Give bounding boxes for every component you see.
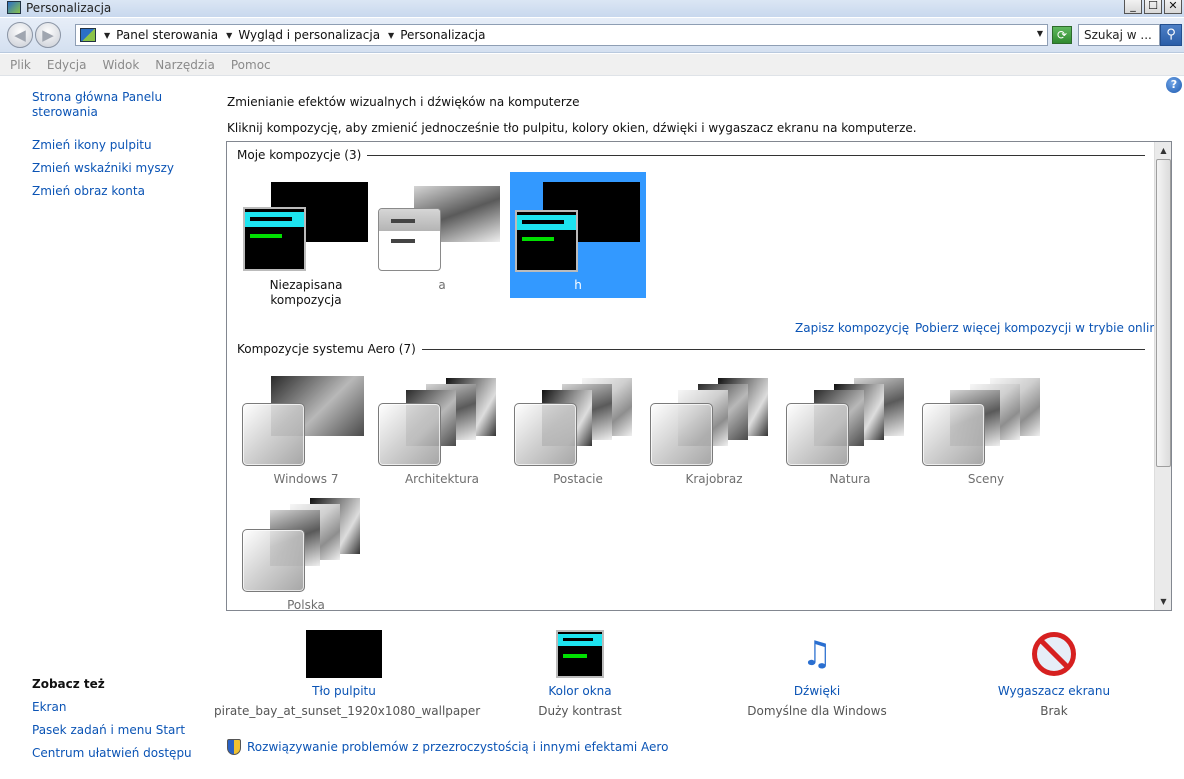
theme-preview-window <box>378 403 441 466</box>
window-color-value: Duży kontrast <box>538 704 622 718</box>
taskbar-start-menu-link[interactable]: Pasek zadań i menu Start <box>32 723 185 738</box>
theme-preview-window <box>515 210 578 272</box>
menu-tools[interactable]: Narzędzia <box>155 58 215 72</box>
theme-preview-window <box>514 403 577 466</box>
screen-saver-setting[interactable]: Wygaszacz ekranu Brak <box>974 630 1134 718</box>
theme-label: Krajobraz <box>685 472 743 486</box>
refresh-button[interactable]: ⟳ <box>1052 26 1072 44</box>
theme-sceny[interactable]: Sceny <box>918 368 1054 494</box>
desktop-background-link[interactable]: Tło pulpitu <box>214 684 474 698</box>
ease-of-access-link[interactable]: Centrum ułatwień dostępu <box>32 746 192 761</box>
theme-postacie[interactable]: Postacie <box>510 368 646 494</box>
theme-architektura[interactable]: Architektura <box>374 368 510 494</box>
aero-troubleshoot-link[interactable]: Rozwiązywanie problemów z przezroczystoś… <box>247 740 668 754</box>
themes-list[interactable]: Moje kompozycje (3) Niezapisana kompozyc… <box>226 141 1172 611</box>
sounds-link[interactable]: Dźwięki <box>737 684 897 698</box>
breadcrumb-appearance[interactable]: Wygląd i personalizacja <box>238 28 380 42</box>
screen-saver-value: Brak <box>1040 704 1068 718</box>
help-icon[interactable]: ? <box>1166 77 1182 93</box>
theme-polska[interactable]: Polska <box>238 494 374 611</box>
aero-themes-header: Kompozycje systemu Aero (7) <box>237 342 1145 356</box>
theme-label: Natura <box>829 472 871 486</box>
theme-preview-window <box>650 403 713 466</box>
theme-label: a <box>438 278 446 292</box>
theme-label: h <box>574 278 582 292</box>
my-themes-heading: Moje kompozycje (3) <box>237 148 362 162</box>
theme-preview-window <box>242 529 305 592</box>
sounds-setting[interactable]: ♫ Dźwięki Domyślne dla Windows <box>737 630 897 718</box>
theme-h[interactable]: h <box>510 172 646 298</box>
window-color-icon[interactable] <box>556 630 604 678</box>
shield-icon <box>227 739 241 755</box>
breadcrumb-arrow-icon[interactable]: ▼ <box>226 31 232 40</box>
page-title: Zmienianie efektów wizualnych i dźwięków… <box>227 95 580 109</box>
menu-file[interactable]: Plik <box>10 58 31 72</box>
theme-krajobraz[interactable]: Krajobraz <box>646 368 782 494</box>
change-desktop-icons-link[interactable]: Zmień ikony pulpitu <box>32 138 152 153</box>
my-themes-header: Moje kompozycje (3) <box>237 148 1145 162</box>
search-icon[interactable]: ⚲ <box>1160 24 1182 46</box>
vertical-scrollbar[interactable]: ▲ ▼ <box>1154 142 1171 610</box>
sounds-icon[interactable]: ♫ <box>737 630 897 678</box>
page-description: Kliknij kompozycję, aby zmienić jednocze… <box>227 121 917 135</box>
desktop-background-value: pirate_bay_at_sunset_1920x1080_wallpaper <box>214 704 481 718</box>
theme-label: Niezapisana kompozycja <box>269 278 343 307</box>
menu-edit[interactable]: Edycja <box>47 58 87 72</box>
theme-preview-window <box>378 208 441 271</box>
see-also-heading: Zobacz też <box>32 677 105 691</box>
sounds-value: Domyślne dla Windows <box>747 704 887 718</box>
breadcrumb-panel[interactable]: Panel sterowania <box>116 28 218 42</box>
title-bar: Personalizacja _ ☐ ✕ <box>0 0 1184 17</box>
theme-label: Postacie <box>553 472 603 486</box>
window-title: Personalizacja <box>26 1 112 15</box>
address-bar[interactable]: ▼ Panel sterowania ▼ Wygląd i personaliz… <box>75 24 1048 46</box>
theme-preview-window <box>786 403 849 466</box>
control-panel-home-link[interactable]: Strona główna Panelu sterowania <box>32 90 182 120</box>
theme-label: Windows 7 <box>273 472 339 486</box>
breadcrumb-arrow-icon[interactable]: ▼ <box>388 31 394 40</box>
minimize-button[interactable]: _ <box>1124 0 1142 14</box>
divider <box>421 348 1145 350</box>
scroll-thumb[interactable] <box>1156 159 1171 467</box>
theme-preview-window <box>922 403 985 466</box>
desktop-background-thumbnail[interactable] <box>306 630 382 678</box>
control-panel-icon <box>80 28 96 42</box>
theme-a[interactable]: a <box>374 172 510 298</box>
screen-saver-link[interactable]: Wygaszacz ekranu <box>974 684 1134 698</box>
theme-preview-window <box>242 403 305 466</box>
forward-button[interactable]: ▶ <box>35 22 61 48</box>
back-button[interactable]: ◀ <box>7 22 33 48</box>
display-link[interactable]: Ekran <box>32 700 66 715</box>
scroll-down-arrow-icon[interactable]: ▼ <box>1156 594 1171 609</box>
breadcrumb-personalization[interactable]: Personalizacja <box>400 28 485 42</box>
window-color-link[interactable]: Kolor okna <box>500 684 660 698</box>
maximize-button[interactable]: ☐ <box>1144 0 1162 14</box>
theme-preview-window <box>243 207 306 271</box>
menu-help[interactable]: Pomoc <box>231 58 271 72</box>
theme-label: Sceny <box>967 472 1005 486</box>
navigation-bar: ◀ ▶ ▼ Panel sterowania ▼ Wygląd i person… <box>0 18 1184 53</box>
theme-label: Polska <box>287 598 325 611</box>
window-color-setting[interactable]: Kolor okna Duży kontrast <box>500 630 660 718</box>
get-more-themes-link[interactable]: Pobierz więcej kompozycji w trybie onlin… <box>915 321 1164 335</box>
theme-windows7[interactable]: Windows 7 <box>238 368 374 494</box>
close-button[interactable]: ✕ <box>1164 0 1182 14</box>
breadcrumb-arrow-icon[interactable]: ▼ <box>104 31 110 40</box>
aero-themes-heading: Kompozycje systemu Aero (7) <box>237 342 416 356</box>
change-account-picture-link[interactable]: Zmień obraz konta <box>32 184 145 199</box>
menu-view[interactable]: Widok <box>102 58 139 72</box>
save-theme-link[interactable]: Zapisz kompozycję <box>795 321 909 335</box>
search-input[interactable]: Szukaj w ... <box>1078 24 1160 46</box>
screen-saver-icon[interactable] <box>1032 632 1076 676</box>
theme-label: Architektura <box>404 472 480 486</box>
change-mouse-pointers-link[interactable]: Zmień wskaźniki myszy <box>32 161 174 176</box>
scroll-up-arrow-icon[interactable]: ▲ <box>1156 143 1171 158</box>
menu-bar: Plik Edycja Widok Narzędzia Pomoc <box>0 54 1184 76</box>
control-panel-icon <box>7 1 21 14</box>
theme-unsaved[interactable]: Niezapisana kompozycja <box>238 172 374 307</box>
theme-natura[interactable]: Natura <box>782 368 918 494</box>
desktop-background-setting[interactable]: Tło pulpitu pirate_bay_at_sunset_1920x10… <box>214 630 481 718</box>
address-dropdown-icon[interactable]: ▼ <box>1037 29 1043 38</box>
divider <box>367 154 1145 156</box>
